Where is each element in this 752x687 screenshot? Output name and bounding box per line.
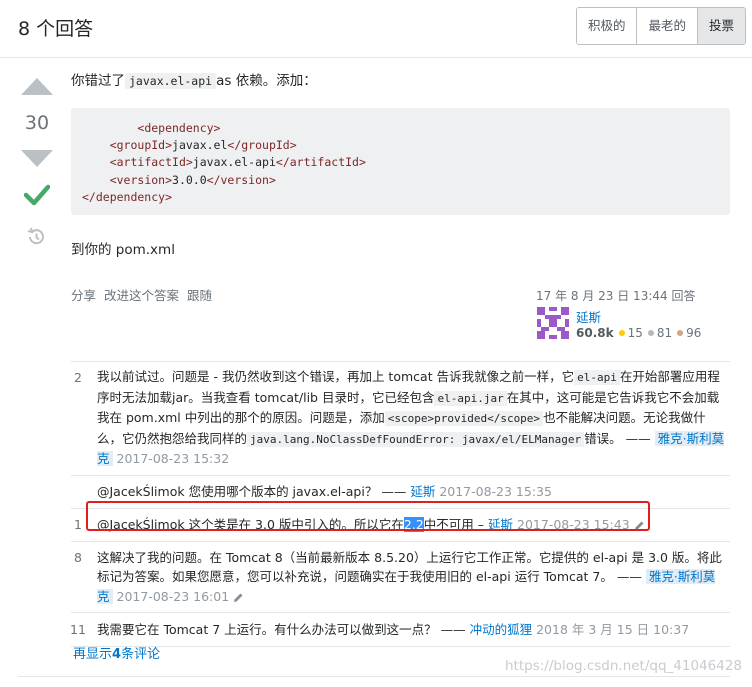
comment-date[interactable]: 2017-08-23 16:01	[117, 589, 230, 604]
gold-badge-icon	[618, 330, 625, 336]
improve-answer-link[interactable]: 改进这个答案	[104, 285, 179, 304]
comment-score: 8	[74, 549, 82, 565]
post-actions: 分享 改进这个答案 跟随	[71, 285, 212, 304]
user-name-link[interactable]: 延斯	[576, 307, 601, 326]
code-line: <groupId>javax.el</groupId>	[109, 138, 297, 153]
comment: 11 我需要它在 Tomcat 7 上运行。有什么办法可以做到这一点？ —— 冲…	[70, 613, 730, 647]
comment-score: 11	[70, 622, 86, 638]
code-line: </dependency>	[82, 189, 173, 204]
watermark: https://blog.csdn.net/qq_41046428	[504, 658, 742, 674]
tab-oldest[interactable]: 最老的	[636, 8, 697, 44]
comment: 1 @JacekŚlimok 这个类是在 3.0 版中引入的。所以它在2.2中不…	[71, 509, 730, 542]
comment-date[interactable]: 2017-08-23 15:32	[117, 451, 230, 466]
upvote-arrow-icon[interactable]	[21, 78, 53, 95]
sort-tabs: 积极的 最老的 投票	[575, 7, 746, 45]
edit-pencil-icon[interactable]	[233, 592, 244, 603]
comment: @JacekŚlimok 您使用哪个版本的 javax.el-api？ —— 延…	[71, 476, 730, 510]
user-avatar[interactable]	[537, 307, 569, 339]
downvote-arrow-icon[interactable]	[21, 150, 53, 167]
code-block: <dependency> <groupId>javax.el</groupId>…	[71, 108, 730, 215]
code-line: <dependency>	[137, 121, 221, 135]
selected-text: 2.2	[403, 517, 424, 533]
answer-paragraph-2: 到你的 pom.xml	[71, 242, 175, 258]
user-stats: 60.8k 15 81 96	[576, 326, 702, 340]
comment-date[interactable]: 2017-08-23 15:43	[517, 517, 630, 532]
answers-header: 8 个回答 积极的 最老的 投票	[0, 0, 752, 58]
history-icon[interactable]	[26, 227, 46, 247]
reputation: 60.8k	[576, 326, 614, 340]
accepted-checkmark-icon	[24, 184, 50, 206]
answer-paragraph-1: 你错过了 javax.el-api as 依赖。添加：	[71, 73, 317, 89]
comment-user-link[interactable]: 冲动的狐狸	[470, 622, 533, 637]
share-link[interactable]: 分享	[71, 285, 96, 304]
comment-score: 1	[74, 517, 82, 533]
comment-date[interactable]: 2018 年 3 月 15 日 10:37	[536, 622, 689, 637]
show-more-comments-link[interactable]: 再显示4条评论	[73, 643, 160, 662]
bronze-badge-icon	[677, 330, 684, 336]
answers-count-title: 8 个回答	[18, 18, 94, 40]
tab-votes[interactable]: 投票	[696, 8, 745, 44]
user-card: 17 年 8 月 23 日 13:44 回答 延斯 60.8k 15 81 96	[536, 287, 736, 340]
comment: 8 这解决了我的问题。在 Tomcat 8（当前最新版本 8.5.20）上运行它…	[71, 542, 730, 614]
comment-score: 2	[74, 370, 82, 385]
answered-time: 17 年 8 月 23 日 13:44 回答	[536, 289, 696, 303]
silver-badge-icon	[647, 330, 654, 336]
code-line: <artifactId>javax.el-api</artifactId>	[109, 155, 366, 170]
comment-user-link[interactable]: 延斯	[410, 484, 435, 499]
inline-code: javax.el-api	[125, 73, 217, 89]
divider	[18, 676, 730, 677]
comment: 2 我以前试过。问题是 - 我仍然收到这个错误，再加上 tomcat 告诉我就像…	[71, 362, 730, 476]
vote-count: 30	[24, 112, 50, 134]
edit-pencil-icon[interactable]	[634, 520, 645, 531]
follow-link[interactable]: 跟随	[187, 285, 212, 304]
comment-user-link[interactable]: 延斯	[488, 517, 513, 532]
comments-list: 2 我以前试过。问题是 - 我仍然收到这个错误，再加上 tomcat 告诉我就像…	[70, 361, 730, 647]
tab-active[interactable]: 积极的	[576, 8, 637, 44]
comment-date[interactable]: 2017-08-23 15:35	[439, 484, 552, 499]
code-line: <version>3.0.0</version>	[109, 172, 276, 187]
